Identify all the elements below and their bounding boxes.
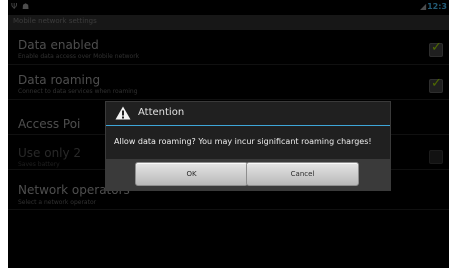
roaming-dialog: Attention Allow data roaming? You may in… — [105, 101, 391, 191]
dialog-message: Allow data roaming? You may incur signif… — [114, 137, 372, 146]
android-screen: Ψ ☗ ◢ 12:3 Mobile network settings Data … — [8, 0, 449, 268]
cancel-button[interactable]: Cancel — [246, 162, 359, 186]
dialog-title-divider — [106, 125, 390, 126]
dialog-title-bar: Attention — [106, 102, 390, 124]
dialog-title: Attention — [138, 107, 185, 118]
alert-icon — [115, 106, 131, 120]
ok-button[interactable]: OK — [135, 162, 248, 186]
